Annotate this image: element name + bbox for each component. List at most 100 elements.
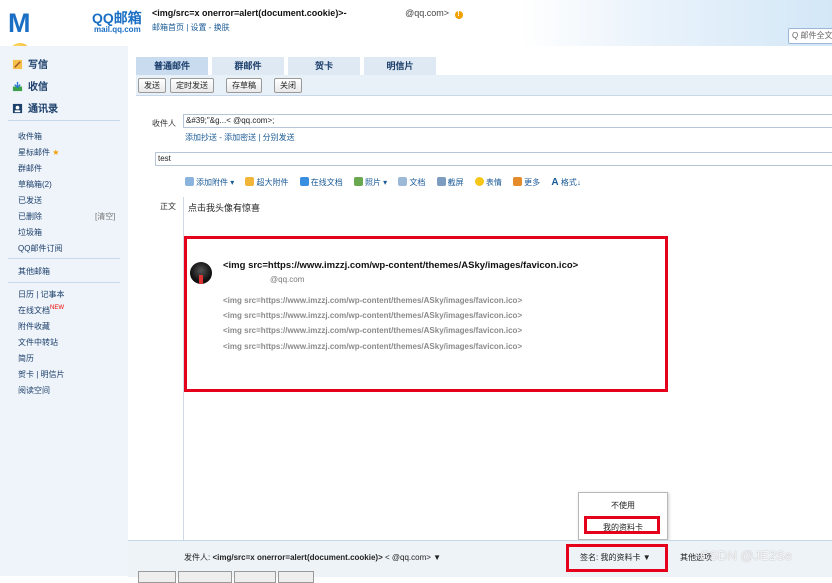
sidebar-item-reading-space[interactable]: 阅读空间 — [18, 385, 50, 396]
bottom-close-button[interactable] — [278, 571, 314, 583]
screenshot-label: 截屏 — [447, 178, 464, 187]
highlight-signature-box — [566, 544, 668, 572]
scheduled-send-button[interactable]: 定时发送 — [170, 78, 214, 93]
document-label: 文档 — [409, 178, 426, 187]
warning-icon[interactable]: ! — [454, 11, 463, 19]
card-title: <img src=https://www.imzzj.com/wp-conten… — [223, 260, 579, 271]
card-line: <img src=https://www.imzzj.com/wp-conten… — [223, 342, 523, 351]
sidebar-inbox-label: 收信 — [28, 82, 48, 93]
editor-toolbar: 添加附件 ▾ 超大附件 在线文档 照片 ▾ 文档 截屏 表情 更多 A 格式↓ — [185, 177, 590, 188]
sidebar-item-other-mail[interactable]: 其他邮箱 — [18, 266, 50, 277]
emoji-icon — [474, 177, 484, 186]
star-icon: ★ — [52, 148, 60, 157]
top-bar: Mil QQ邮箱 mail.qq.com <img/src=x onerror=… — [0, 0, 832, 100]
sender-row: 发件人: <img/src=x onerror=alert(document.c… — [184, 552, 441, 563]
card-line: <img src=https://www.imzzj.com/wp-conten… — [223, 326, 523, 335]
body-text: 点击我头像有惊喜 — [188, 203, 261, 213]
sidebar-item-deleted[interactable]: 已删除 — [18, 211, 42, 222]
online-doc-button[interactable]: 在线文档 — [299, 177, 343, 187]
watermark: CSDN @JE2Se — [700, 548, 792, 563]
format-a-icon: A — [551, 177, 559, 188]
user-name: <img/src=x onerror=alert(document.cookie… — [152, 8, 347, 18]
online-doc-icon — [299, 177, 309, 186]
document-button[interactable]: 文档 — [398, 177, 426, 187]
save-draft-button[interactable]: 存草稿 — [226, 78, 262, 93]
screenshot-icon — [436, 177, 446, 186]
cc-bcc-links[interactable]: 添加抄送 - 添加密送 | 分别发送 — [185, 132, 295, 143]
document-icon — [398, 177, 408, 186]
online-doc-label: 在线文档 — [310, 178, 343, 187]
emoji-button[interactable]: 表情 — [474, 177, 502, 187]
format-button[interactable]: A 格式↓ — [551, 177, 580, 188]
subject-input[interactable]: test — [155, 152, 832, 166]
sidebar-item-calendar[interactable]: 日历 | 记事本 — [18, 289, 65, 300]
online-docs-label: 在线文档 — [18, 306, 50, 315]
compose-area: 普通邮件 群邮件 贺卡 明信片 发送 定时发送 存草稿 关闭 收件人 &#39;… — [128, 46, 832, 576]
search-input[interactable]: Q 邮件全文搜索 — [788, 28, 832, 44]
bottom-save-draft-button[interactable] — [234, 571, 276, 583]
sidebar-item-subscriptions[interactable]: QQ邮件订阅 — [18, 243, 62, 254]
sender-dropdown-icon[interactable]: ▼ — [433, 553, 441, 562]
tab-normal-mail[interactable]: 普通邮件 — [136, 57, 208, 75]
sender-name: <img/src=x onerror=alert(document.cookie… — [212, 553, 383, 562]
sender-label: 发件人: — [184, 553, 211, 562]
sidebar-divider — [8, 282, 120, 283]
sidebar-item-inbox-folder[interactable]: 收件箱 — [18, 131, 42, 142]
card-line: <img src=https://www.imzzj.com/wp-conten… — [223, 296, 523, 305]
screenshot-button[interactable]: 截屏 — [436, 177, 464, 187]
sidebar-item-file-transfer[interactable]: 文件中转站 — [18, 337, 58, 348]
add-attachment-label: 添加附件 — [196, 178, 228, 187]
format-label: 格式 — [560, 178, 577, 187]
logo-domain: mail.qq.com — [94, 25, 141, 34]
bottom-send-button[interactable] — [138, 571, 176, 583]
sidebar-item-attachments[interactable]: 附件收藏 — [18, 321, 50, 332]
more-button[interactable]: 更多 — [513, 177, 541, 187]
card-line: <img src=https://www.imzzj.com/wp-conten… — [223, 311, 523, 320]
sidebar-divider — [8, 258, 120, 259]
contacts-icon — [12, 103, 23, 114]
sidebar-write[interactable]: 写信 — [12, 56, 48, 71]
tab-group-mail[interactable]: 群邮件 — [212, 57, 284, 75]
send-button[interactable]: 发送 — [138, 78, 166, 93]
to-input[interactable]: &#39;"&g...< @qq.com>; — [183, 114, 832, 128]
sidebar-item-sent[interactable]: 已发送 — [18, 195, 42, 206]
sidebar-item-online-docs[interactable]: 在线文档NEW — [18, 305, 64, 316]
sidebar-item-group-mail[interactable]: 群邮件 — [18, 163, 42, 174]
sidebar-item-cards[interactable]: 贺卡 | 明信片 — [18, 369, 65, 380]
pencil-icon — [12, 59, 23, 70]
photo-button[interactable]: 照片 ▾ — [353, 177, 387, 187]
large-attachment-label: 超大附件 — [256, 178, 289, 187]
sidebar-contacts[interactable]: 通讯录 — [12, 100, 58, 115]
user-email: @qq.com> — [405, 8, 449, 18]
sender-email: < @qq.com> — [384, 553, 431, 562]
user-info: <img/src=x onerror=alert(document.cookie… — [152, 8, 463, 19]
photo-label: 照片 — [364, 178, 381, 187]
sidebar-inbox[interactable]: 收信 — [12, 78, 48, 93]
photo-icon — [353, 177, 363, 186]
sidebar-item-spam[interactable]: 垃圾箱 — [18, 227, 42, 238]
large-attachment-button[interactable]: 超大附件 — [245, 177, 289, 187]
sidebar-write-label: 写信 — [28, 60, 48, 71]
sidebar-item-resume[interactable]: 简历 — [18, 353, 34, 364]
avatar[interactable] — [190, 262, 212, 284]
top-links[interactable]: 邮箱首页 | 设置 - 换肤 — [152, 22, 230, 33]
sidebar-item-drafts[interactable]: 草稿箱(2) — [18, 179, 52, 190]
body-label: 正文 — [160, 202, 176, 211]
more-icon — [513, 177, 523, 186]
more-label: 更多 — [524, 178, 541, 187]
tab-greeting-card[interactable]: 贺卡 — [288, 57, 360, 75]
clear-trash-link[interactable]: [清空] — [95, 211, 115, 222]
new-badge: NEW — [50, 305, 64, 311]
large-attachment-icon — [245, 177, 255, 186]
paperclip-icon — [185, 177, 194, 186]
sidebar-contacts-label: 通讯录 — [28, 104, 58, 115]
bottom-scheduled-send-button[interactable] — [178, 571, 232, 583]
card-email: @qq.com — [270, 275, 305, 284]
signature-option-none[interactable]: 不使用 — [579, 500, 667, 511]
sidebar-divider — [8, 120, 120, 121]
close-button[interactable]: 关闭 — [274, 78, 302, 93]
highlight-option-box — [584, 516, 660, 534]
tab-postcard[interactable]: 明信片 — [364, 57, 436, 75]
sidebar-item-starred[interactable]: 星标邮件 ★ — [18, 147, 59, 158]
add-attachment-button[interactable]: 添加附件 ▾ — [185, 177, 234, 187]
